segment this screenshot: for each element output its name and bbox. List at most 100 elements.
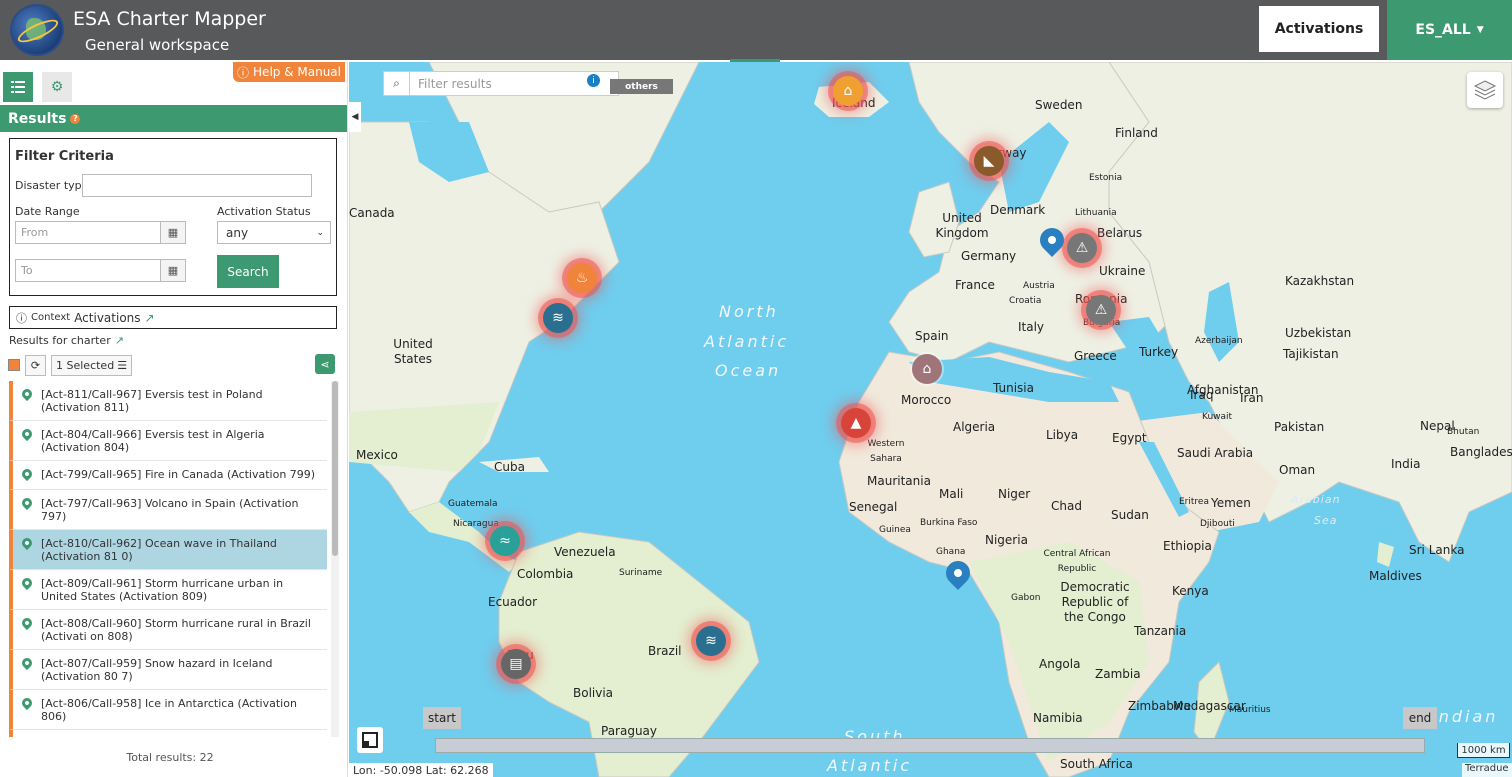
info-icon[interactable]: i — [587, 74, 600, 87]
others-button[interactable]: others — [610, 79, 673, 94]
map-view[interactable]: ◀ ⌕ Filter results i others Sweden Finlan… — [349, 62, 1512, 777]
tab-settings[interactable]: ⚙ — [42, 72, 72, 102]
results-scrollbar[interactable] — [331, 381, 339, 737]
result-list-item[interactable]: [Act-804/Call-966] Eversis test in Alger… — [9, 421, 327, 461]
results-header: Results ? — [0, 105, 347, 132]
storm-hurricane-marker[interactable]: ≋ — [696, 626, 726, 656]
country-label: Saudi Arabia — [1177, 446, 1254, 460]
color-swatch[interactable] — [8, 359, 20, 371]
country-label: Kenya — [1172, 584, 1209, 598]
country-label: Ukraine — [1099, 264, 1146, 278]
result-item-title: [Act-799/Call-965] Fire in Canada (Activ… — [41, 468, 316, 481]
fire-marker[interactable]: ♨ — [567, 263, 597, 293]
result-list-item[interactable]: [Act-797/Call-963] Volcano in Spain (Act… — [9, 490, 327, 530]
country-label: Tajikistan — [1283, 347, 1339, 361]
result-item-title: [Act-807/Call-959] Snow hazard in Icelan… — [41, 657, 273, 683]
warning-marker[interactable]: ⚠ — [1067, 233, 1097, 263]
country-label: Greece — [1074, 349, 1117, 363]
disaster-type-input[interactable] — [82, 174, 312, 197]
activation-status-label: Activation Status — [217, 205, 311, 218]
result-list-item[interactable]: [Act-811/Call-967] Eversis test in Polan… — [9, 381, 327, 421]
map-attribution[interactable]: Terradue — [1462, 763, 1512, 777]
layers-icon[interactable] — [1467, 72, 1503, 108]
country-label: Central African Republic — [1043, 549, 1111, 574]
country-label: Canada — [349, 206, 395, 220]
result-list-item[interactable]: [Act-805/Call-957] Oil spill in Peru (Ac… — [9, 730, 327, 737]
country-label: Suriname — [619, 568, 663, 578]
warning-icon: ⚠ — [1094, 302, 1108, 318]
collapse-sidebar-button[interactable]: ◀ — [349, 102, 361, 132]
result-list-item[interactable]: [Act-806/Call-958] Ice in Antarctica (Ac… — [9, 690, 327, 730]
country-label: Yemen — [1211, 496, 1251, 510]
country-label: Maldives — [1369, 569, 1422, 583]
refresh-icon[interactable]: ⟳ — [25, 354, 46, 376]
share-button[interactable]: ⋖ — [315, 354, 335, 374]
date-to-input[interactable]: To — [15, 259, 161, 282]
country-label: Namibia — [1033, 711, 1083, 725]
warning-marker[interactable]: ⚠ — [1086, 295, 1116, 325]
timeline-slider[interactable] — [435, 738, 1425, 753]
storm-hurricane-marker[interactable]: ≋ — [543, 303, 573, 333]
timeline-end-handle[interactable]: end — [1403, 707, 1437, 729]
fire-icon: ♨ — [575, 270, 589, 286]
country-label: South Africa — [1060, 757, 1133, 771]
landslide-icon: ◣ — [983, 153, 995, 169]
caret-down-icon: ▼ — [1476, 25, 1484, 35]
date-from-input[interactable]: From — [15, 221, 161, 244]
filter-results-input[interactable]: Filter results — [410, 77, 492, 91]
timeline-start-handle[interactable]: start — [423, 707, 461, 729]
country-label: Bhutan — [1447, 427, 1480, 437]
scrollbar-thumb[interactable] — [332, 381, 338, 556]
external-link-icon[interactable]: ↗ — [145, 311, 155, 325]
user-menu-dropdown[interactable]: ES_ALL ▼ — [1387, 0, 1512, 60]
result-item-title: [Act-804/Call-966] Eversis test in Alger… — [41, 428, 265, 454]
external-link-icon[interactable]: ↗ — [115, 334, 124, 347]
snow-hazard-marker[interactable]: ⌂ — [833, 76, 863, 106]
list-controls: ⟳ 1 Selected ☰ — [8, 354, 133, 376]
result-list-item[interactable]: [Act-807/Call-959] Snow hazard in Icelan… — [9, 650, 327, 690]
workspace-subtitle: General workspace — [85, 36, 230, 54]
ocean-label: Indian — [1431, 707, 1499, 726]
tab-results-list[interactable] — [3, 72, 33, 102]
generic-marker[interactable]: ⌂ — [912, 354, 942, 384]
result-list-item[interactable]: [Act-809/Call-961] Storm hurricane urban… — [9, 570, 327, 610]
country-label: Nigeria — [985, 533, 1028, 547]
map-filter-search[interactable]: ⌕ Filter results — [383, 71, 619, 96]
sea-label: Arabian — [1291, 493, 1341, 506]
activations-button[interactable]: Activations — [1259, 6, 1379, 52]
info-circle-icon: ⓘ — [16, 311, 27, 325]
result-list-item[interactable]: [Act-799/Call-965] Fire in Canada (Activ… — [9, 461, 327, 490]
country-label: Zambia — [1095, 667, 1141, 681]
country-label: Ecuador — [488, 595, 538, 609]
hurricane-icon: ≋ — [552, 310, 564, 326]
oil-spill-marker[interactable]: ▤ — [501, 649, 531, 679]
country-label: Uzbekistan — [1285, 326, 1352, 340]
selection-dropdown[interactable]: 1 Selected ☰ — [51, 354, 133, 376]
question-icon[interactable]: ? — [70, 113, 81, 124]
calendar-icon[interactable]: ▦ — [160, 259, 186, 282]
result-list-item[interactable]: [Act-810/Call-962] Ocean wave in Thailan… — [9, 530, 327, 570]
country-label: Estonia — [1089, 173, 1123, 183]
context-activations-link[interactable]: Activations — [74, 311, 140, 325]
result-list-item[interactable]: [Act-808/Call-960] Storm hurricane rural… — [9, 610, 327, 650]
activation-status-select[interactable]: any ⌄ — [217, 221, 331, 244]
calendar-icon[interactable]: ▦ — [160, 221, 186, 244]
info-icon: ⓘ — [237, 65, 250, 80]
landslide-marker[interactable]: ◣ — [974, 146, 1004, 176]
esa-charter-logo[interactable] — [10, 4, 64, 56]
ocean-wave-marker[interactable]: ≈ — [490, 526, 520, 556]
search-button[interactable]: Search — [217, 255, 279, 288]
volcano-marker[interactable]: ▲ — [841, 408, 871, 438]
country-label: Bolivia — [573, 686, 614, 700]
country-label: Kazakhstan — [1285, 274, 1355, 288]
help-manual-button[interactable]: ⓘ Help & Manual — [233, 62, 345, 82]
country-label: Germany — [961, 249, 1017, 263]
country-label: Tunisia — [993, 381, 1034, 395]
map-marker-icon — [19, 535, 35, 551]
result-item-title: [Act-808/Call-960] Storm hurricane rural… — [41, 617, 311, 643]
scale-bar: 1000 km — [1457, 743, 1510, 758]
sea-label: Sea — [1314, 514, 1338, 527]
scale-line-icon[interactable] — [357, 727, 383, 753]
result-item-title: [Act-809/Call-961] Storm hurricane urban… — [41, 577, 284, 603]
ocean-label: Atlantic — [704, 332, 790, 351]
